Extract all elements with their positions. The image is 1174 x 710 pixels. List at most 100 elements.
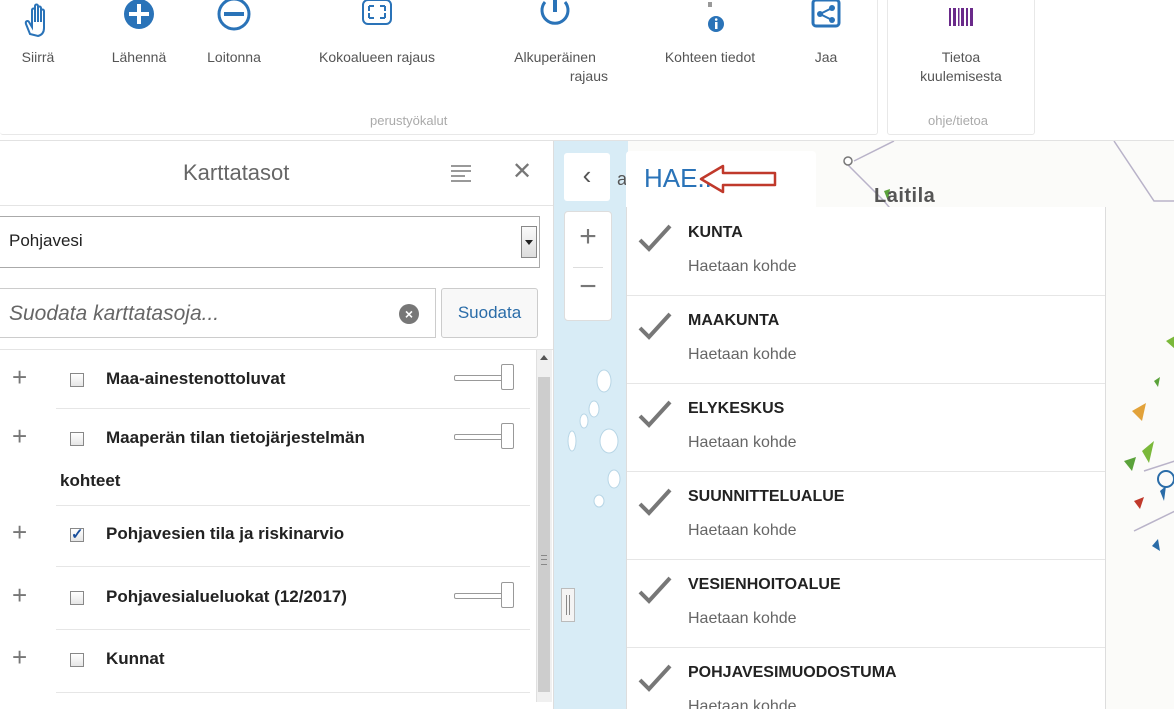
layer-name: Pohjavesien tila ja riskinarvio bbox=[106, 524, 345, 543]
layers-panel-title: Karttatasot bbox=[183, 160, 290, 185]
chevron-down-icon[interactable] bbox=[521, 226, 537, 258]
layer-group-select[interactable]: Pohjavesi bbox=[0, 216, 540, 268]
share-tool-label: Jaa bbox=[814, 49, 838, 65]
map-zoom-out-button[interactable]: − bbox=[565, 270, 611, 304]
full-extent-tool-button[interactable]: Kokoalueen rajaus bbox=[302, 0, 452, 67]
feature-info-tool-label: Kohteen tiedot bbox=[664, 49, 756, 65]
layer-checkbox[interactable] bbox=[70, 653, 84, 667]
share-icon bbox=[806, 0, 846, 46]
filter-row: Suodata karttatasoja... × Suodata bbox=[0, 288, 540, 338]
refresh-icon bbox=[535, 0, 575, 46]
search-result-item[interactable]: ELYKESKUS Haetaan kohde bbox=[627, 383, 1105, 472]
help-group: Tietoa kuulemisesta ohje/tietoa bbox=[887, 0, 1035, 135]
layer-item: + Maa-ainestenottoluvat bbox=[0, 350, 530, 409]
search-panel: HAE.. KUNTA Haetaan kohde MAAKUNTA Haeta… bbox=[626, 141, 1106, 709]
zoom-out-icon bbox=[214, 0, 254, 46]
layer-item: + Kunnat bbox=[0, 630, 530, 693]
move-tool-button[interactable]: Siirrä bbox=[14, 0, 62, 67]
search-result-subtitle: Haetaan kohde bbox=[688, 698, 797, 709]
search-result-title: SUUNNITTELUALUE bbox=[688, 488, 845, 505]
expand-plus-icon[interactable]: + bbox=[12, 642, 27, 673]
hearing-info-button[interactable]: Tietoa kuulemisesta bbox=[908, 0, 1014, 86]
expand-icon bbox=[357, 0, 397, 46]
filter-button[interactable]: Suodata bbox=[441, 288, 538, 338]
search-result-title: KUNTA bbox=[688, 224, 743, 241]
original-extent-tool-button[interactable]: Alkuperäinen rajaus bbox=[490, 0, 620, 86]
checkmark-icon bbox=[638, 664, 672, 692]
zoom-in-tool-label: Lähennä bbox=[111, 49, 167, 65]
original-extent-tool-label-line2: rajaus bbox=[569, 68, 608, 84]
layer-name: Pohjavesialueluokat (12/2017) bbox=[106, 587, 347, 606]
layer-group-select-value: Pohjavesi bbox=[9, 231, 83, 250]
basic-tools-group-label: perustyökalut bbox=[370, 113, 448, 128]
search-result-item[interactable]: VESIENHOITOALUE Haetaan kohde bbox=[627, 559, 1105, 648]
scroll-up-arrow-icon[interactable] bbox=[540, 355, 548, 360]
opacity-slider[interactable] bbox=[454, 423, 515, 449]
layer-checkbox[interactable] bbox=[70, 525, 84, 543]
info-icon bbox=[690, 0, 730, 46]
layer-list-scrollbar[interactable] bbox=[536, 350, 552, 702]
layer-name: Kunnat bbox=[106, 649, 165, 668]
layer-name: Maaperän tilan tietojärjestelmän bbox=[106, 428, 365, 447]
map-zoom-control: + − bbox=[564, 211, 612, 321]
search-result-title: POHJAVESIMUODOSTUMA bbox=[688, 664, 897, 681]
collapse-panel-button[interactable]: ‹ bbox=[564, 153, 610, 201]
search-results-list: KUNTA Haetaan kohde MAAKUNTA Haetaan koh… bbox=[626, 207, 1106, 709]
search-result-subtitle: Haetaan kohde bbox=[688, 610, 797, 627]
expand-plus-icon[interactable]: + bbox=[12, 580, 27, 611]
menu-icon[interactable] bbox=[451, 165, 471, 182]
layer-item: + Pohjavesien tila ja riskinarvio bbox=[0, 506, 530, 567]
expand-plus-icon[interactable]: + bbox=[12, 421, 27, 452]
zoom-in-icon bbox=[119, 0, 159, 46]
search-result-title: MAAKUNTA bbox=[688, 312, 780, 329]
layer-filter-input[interactable]: Suodata karttatasoja... × bbox=[0, 288, 436, 338]
checkmark-icon bbox=[638, 488, 672, 516]
hand-icon bbox=[18, 0, 58, 46]
layer-list: + Maa-ainestenottoluvat + Maaperän tilan… bbox=[0, 349, 553, 710]
expand-plus-icon[interactable]: + bbox=[12, 517, 27, 548]
search-result-item[interactable]: SUUNNITTELUALUE Haetaan kohde bbox=[627, 471, 1105, 560]
layers-panel: Karttatasot ✕ Pohjavesi Suodata karttata… bbox=[0, 141, 553, 709]
search-result-subtitle: Haetaan kohde bbox=[688, 522, 797, 539]
layer-filter-placeholder: Suodata karttatasoja... bbox=[9, 302, 220, 325]
search-result-item[interactable]: MAAKUNTA Haetaan kohde bbox=[627, 295, 1105, 384]
panel-resize-handle[interactable] bbox=[561, 588, 575, 622]
search-result-subtitle: Haetaan kohde bbox=[688, 434, 797, 451]
zoom-in-tool-button[interactable]: Lähennä bbox=[104, 0, 174, 67]
zoom-out-tool-label: Loitonna bbox=[207, 49, 261, 65]
layer-name: Maa-ainestenottoluvat bbox=[106, 369, 286, 388]
layer-item: + Maaperän tilan tietojärjestelmän kohte… bbox=[0, 409, 530, 506]
scrollbar-thumb[interactable] bbox=[538, 377, 550, 692]
search-result-item[interactable]: POHJAVESIMUODOSTUMA Haetaan kohde bbox=[627, 647, 1105, 709]
checkmark-icon bbox=[638, 576, 672, 604]
share-tool-button[interactable]: Jaa bbox=[806, 0, 846, 67]
layers-panel-header: Karttatasot ✕ bbox=[0, 141, 553, 206]
original-extent-tool-label-line1: Alkuperäinen bbox=[514, 49, 596, 65]
expand-plus-icon[interactable]: + bbox=[12, 362, 27, 393]
map-zoom-in-button[interactable]: + bbox=[565, 220, 611, 254]
full-extent-tool-label: Kokoalueen rajaus bbox=[319, 49, 435, 65]
close-icon[interactable]: ✕ bbox=[512, 157, 532, 186]
clear-icon[interactable]: × bbox=[399, 304, 419, 324]
opacity-slider[interactable] bbox=[454, 364, 515, 390]
checkmark-icon bbox=[638, 224, 672, 252]
hearing-info-label-line2: kuulemisesta bbox=[920, 68, 1002, 84]
annotation-arrow-icon bbox=[699, 164, 777, 194]
search-result-item[interactable]: KUNTA Haetaan kohde bbox=[627, 207, 1105, 296]
search-result-subtitle: Haetaan kohde bbox=[688, 258, 797, 275]
toolbar-ribbon: Siirrä Lähennä Loitonna Kokoalueen rajau… bbox=[0, 0, 1174, 141]
search-result-title: ELYKESKUS bbox=[688, 400, 785, 417]
layer-checkbox[interactable] bbox=[70, 591, 84, 605]
layer-item: + Pohjavesialueluokat (12/2017) bbox=[0, 567, 530, 630]
layer-checkbox[interactable] bbox=[70, 373, 84, 387]
help-group-label: ohje/tietoa bbox=[928, 113, 988, 128]
layer-checkbox[interactable] bbox=[70, 432, 84, 446]
opacity-slider[interactable] bbox=[454, 582, 515, 608]
zoom-out-tool-button[interactable]: Loitonna bbox=[200, 0, 268, 67]
search-result-title: VESIENHOITOALUE bbox=[688, 576, 841, 593]
layer-name-continued: kohteet bbox=[60, 471, 121, 490]
move-tool-label: Siirrä bbox=[21, 49, 55, 65]
basic-tools-group: Siirrä Lähennä Loitonna Kokoalueen rajau… bbox=[0, 0, 878, 135]
feature-info-tool-button[interactable]: Kohteen tiedot bbox=[648, 0, 772, 67]
checkmark-icon bbox=[638, 400, 672, 428]
